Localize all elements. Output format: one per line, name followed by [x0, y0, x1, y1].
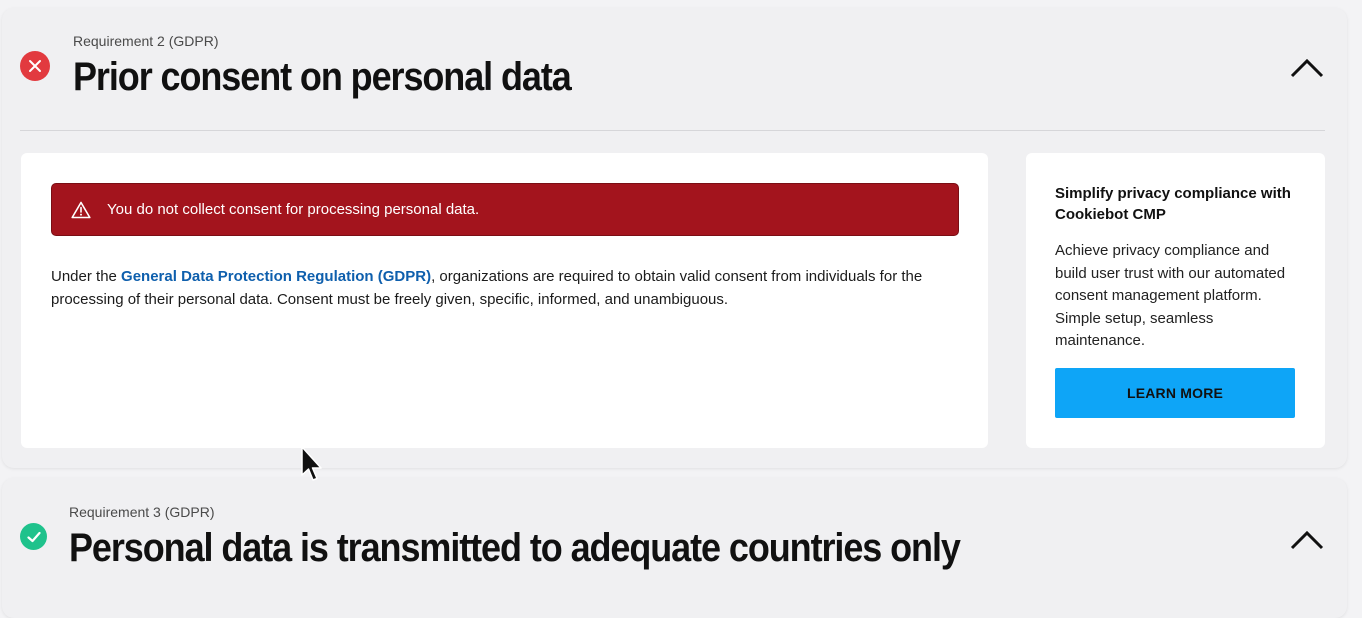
requirement-label: Requirement 3 (GDPR)	[69, 504, 215, 520]
requirement-detail-card: You do not collect consent for processin…	[21, 153, 988, 448]
close-icon	[29, 60, 41, 72]
requirement-title: Personal data is transmitted to adequate…	[69, 526, 961, 570]
chevron-up-icon	[1290, 58, 1324, 78]
warning-icon	[71, 201, 91, 219]
gdpr-link[interactable]: General Data Protection Regulation (GDPR…	[121, 268, 431, 285]
description-prefix: Under the	[51, 268, 122, 285]
promo-body: Achieve privacy compliance and build use…	[1055, 242, 1286, 349]
requirement-title: Prior consent on personal data	[73, 55, 572, 99]
promo-card: Simplify privacy compliance with Cookieb…	[1026, 153, 1325, 448]
alert-message: You do not collect consent for processin…	[107, 201, 480, 218]
learn-more-button[interactable]: LEARN MORE	[1055, 368, 1295, 418]
mouse-cursor-icon	[300, 446, 324, 489]
check-icon	[26, 531, 41, 542]
requirement-label: Requirement 2 (GDPR)	[73, 33, 219, 49]
pass-status-icon	[20, 523, 47, 550]
divider	[20, 130, 1325, 131]
fail-status-icon	[20, 51, 50, 81]
chevron-up-icon	[1290, 530, 1324, 550]
collapse-toggle-button[interactable]	[1287, 53, 1327, 83]
requirement-description: Under the General Data Protection Regula…	[51, 265, 931, 311]
collapse-toggle-button[interactable]	[1287, 525, 1327, 555]
error-alert: You do not collect consent for processin…	[51, 183, 959, 236]
promo-title: Simplify privacy compliance with Cookieb…	[1055, 185, 1291, 223]
